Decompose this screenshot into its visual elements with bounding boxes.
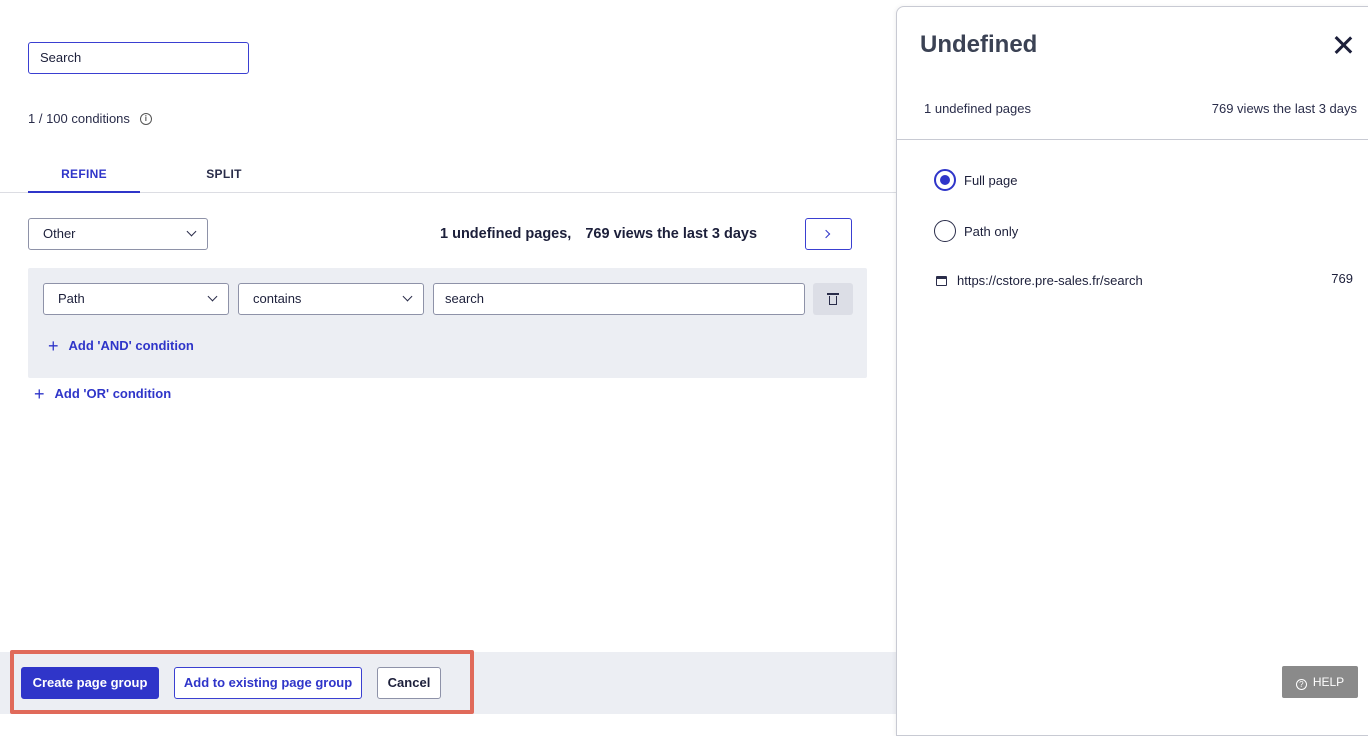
add-and-condition-button[interactable]: + Add 'AND' condition bbox=[48, 335, 194, 356]
panel-undefined-pages: 1 undefined pages bbox=[924, 101, 1031, 116]
cancel-button[interactable]: Cancel bbox=[377, 667, 441, 699]
radio-checked-icon[interactable] bbox=[934, 169, 956, 191]
panel-views: 769 views the last 3 days bbox=[1211, 101, 1357, 116]
next-button[interactable] bbox=[805, 218, 852, 250]
browser-window-icon bbox=[936, 275, 947, 286]
panel-title: Undefined bbox=[920, 31, 1038, 58]
add-or-condition-label: Add 'OR' condition bbox=[54, 386, 172, 401]
operator-select[interactable]: contains bbox=[238, 283, 424, 315]
operator-select-value: contains bbox=[253, 291, 302, 306]
trash-icon bbox=[827, 293, 839, 305]
main-editor: Search 1 / 100 conditions i REFINE SPLIT… bbox=[0, 0, 896, 726]
plus-icon: + bbox=[34, 383, 45, 404]
radio-full-page[interactable]: Full page bbox=[934, 169, 1017, 191]
undefined-pages-count: 1 undefined pages, bbox=[440, 226, 572, 242]
field-select-value: Path bbox=[58, 291, 85, 306]
help-label: HELP bbox=[1312, 675, 1345, 689]
radio-unchecked-icon[interactable] bbox=[934, 220, 956, 242]
filter-summary: 1 undefined pages, 769 views the last 3 d… bbox=[440, 226, 757, 242]
url-text: https://cstore.pre-sales.fr/search bbox=[957, 273, 1143, 288]
url-view-count: 769 bbox=[1331, 271, 1353, 286]
info-icon[interactable]: i bbox=[139, 112, 152, 125]
conditions-counter: 1 / 100 conditions i bbox=[28, 111, 152, 126]
tab-bar: REFINE SPLIT bbox=[0, 157, 896, 193]
close-icon[interactable] bbox=[1333, 35, 1353, 55]
tab-refine[interactable]: REFINE bbox=[28, 157, 140, 193]
plus-icon: + bbox=[48, 335, 59, 356]
divider bbox=[897, 139, 1368, 140]
tab-split[interactable]: SPLIT bbox=[168, 157, 280, 193]
add-and-condition-label: Add 'AND' condition bbox=[68, 338, 194, 353]
undefined-side-panel: Undefined 1 undefined pages 769 views th… bbox=[896, 6, 1368, 736]
chevron-down-icon bbox=[186, 226, 197, 237]
add-or-condition-button[interactable]: + Add 'OR' condition bbox=[34, 383, 172, 404]
create-page-group-button[interactable]: Create page group bbox=[21, 667, 159, 699]
field-select[interactable]: Path bbox=[43, 283, 229, 315]
radio-path-only[interactable]: Path only bbox=[934, 220, 1018, 242]
radio-full-page-label: Full page bbox=[964, 172, 1018, 188]
url-list-item: https://cstore.pre-sales.fr/search bbox=[936, 273, 1143, 288]
search-input[interactable]: Search bbox=[28, 42, 249, 74]
condition-value-input[interactable]: search bbox=[433, 283, 805, 315]
chevron-down-icon bbox=[207, 291, 218, 302]
delete-condition-button[interactable] bbox=[813, 283, 853, 315]
views-count: 769 views the last 3 days bbox=[585, 226, 758, 242]
chevron-down-icon bbox=[402, 291, 413, 302]
chevron-right-icon bbox=[821, 229, 831, 239]
radio-path-only-label: Path only bbox=[964, 223, 1019, 239]
category-select-value: Other bbox=[43, 226, 76, 241]
question-icon: ? bbox=[1295, 679, 1307, 690]
conditions-count-label: 1 / 100 conditions bbox=[28, 111, 130, 126]
add-to-existing-page-group-button[interactable]: Add to existing page group bbox=[174, 667, 362, 699]
help-button[interactable]: ? HELP bbox=[1282, 666, 1358, 698]
category-select[interactable]: Other bbox=[28, 218, 208, 250]
